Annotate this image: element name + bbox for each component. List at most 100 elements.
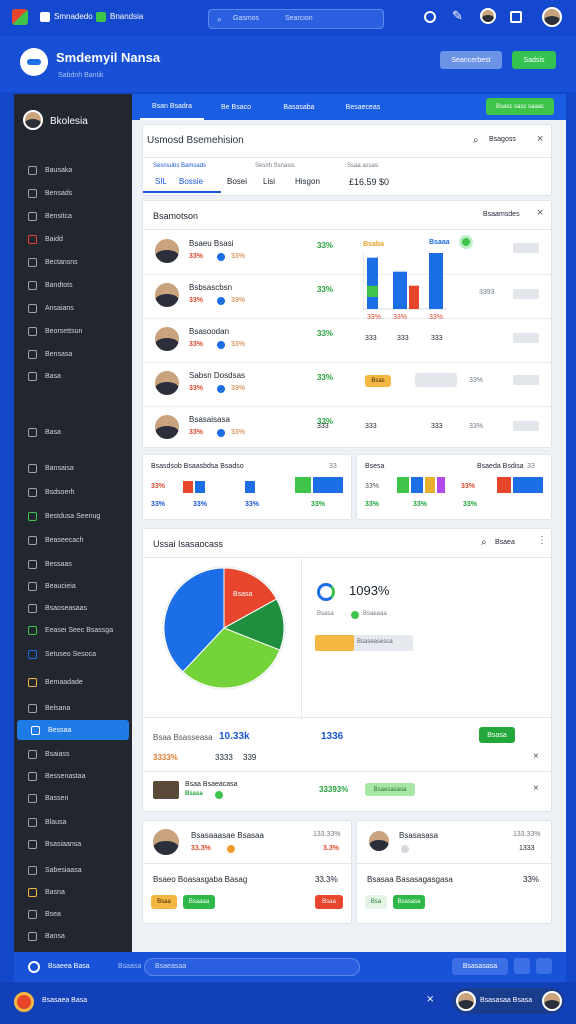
info-icon[interactable] xyxy=(28,961,40,973)
more-icon[interactable]: ⋮ xyxy=(537,535,547,546)
sidebar-item[interactable]: Eeasei Seec Bsassga xyxy=(14,620,132,640)
pie-sub-pill[interactable]: Bsaesasasa xyxy=(365,783,415,796)
row-pill[interactable] xyxy=(513,333,539,343)
list-row[interactable]: Bsasaisasa 33% 33% 33% xyxy=(143,407,551,451)
progress-text: Bsaseasesca xyxy=(357,639,393,645)
list-row[interactable]: Bsaeu Bsasi 33% 33% 33% xyxy=(143,231,551,275)
sidebar-item[interactable]: Bessenastaa xyxy=(14,766,132,786)
row-pct: 33% xyxy=(189,385,204,392)
sidebar-item-icon xyxy=(28,817,37,827)
list-action[interactable]: Bsaamsdes xyxy=(483,211,520,218)
sidebar-item[interactable]: Ansaians xyxy=(14,298,132,318)
footer-icon-button-2[interactable] xyxy=(536,958,552,974)
profile1-pill1[interactable]: Bsaa xyxy=(151,895,177,909)
pie-panel-search[interactable]: Bsaea xyxy=(495,539,515,546)
sidebar-item-label: Setuseo Sesoca xyxy=(45,650,96,658)
footer-input[interactable]: Bsaeasaa xyxy=(144,958,360,976)
sidebar-item[interactable]: Bausaka xyxy=(14,160,132,180)
sidebar-item[interactable]: Baidd xyxy=(14,229,132,249)
sidebar-item[interactable]: Bensasa xyxy=(14,344,132,364)
sidebar-item[interactable]: Bsaiass xyxy=(14,744,132,764)
search-icon[interactable]: ⌕ xyxy=(481,537,487,548)
sidebar-item-label: Bensads xyxy=(45,189,73,197)
search-box[interactable]: ⌕ Gasmos Searcion xyxy=(208,9,384,29)
sidebar-item[interactable]: Bessaas xyxy=(14,554,132,574)
sidebar-item[interactable]: Basna xyxy=(14,882,132,902)
sidebar-item[interactable]: Basa xyxy=(14,422,132,442)
edit-icon[interactable]: ✎ xyxy=(452,8,463,24)
profile1-pill3[interactable]: Bsaa xyxy=(315,895,343,909)
sidebar-item[interactable]: Bansa xyxy=(14,926,132,946)
sidebar-item[interactable]: Bsaoseasaas xyxy=(14,598,132,618)
app2-label[interactable]: Bnandsia xyxy=(110,12,143,21)
app-logo-icon[interactable] xyxy=(12,9,28,25)
sidebar-item-icon xyxy=(28,326,37,336)
collapse-icon[interactable]: ⨯ xyxy=(426,994,434,1005)
summary-card-2: Bsesa Bsaeda Bsdisa 33 33% 33% 33% 33% 3… xyxy=(356,454,552,520)
row-pill[interactable] xyxy=(513,289,539,299)
profile1-line-value: 33.3% xyxy=(315,875,338,884)
sidebar-item[interactable]: Bemaadade xyxy=(14,672,132,692)
brand-blue-button[interactable]: Seancerbest xyxy=(440,51,502,69)
footer-button[interactable]: Bsasasasa xyxy=(452,958,508,975)
sidebar-item[interactable]: Bandtots xyxy=(14,275,132,295)
user-avatar-small[interactable] xyxy=(480,8,496,24)
row-dropdown[interactable] xyxy=(415,373,457,387)
row-pill[interactable] xyxy=(513,421,539,431)
sidebar-item[interactable]: Bestdusa Seenug xyxy=(14,506,132,526)
sidebar-item[interactable]: Sabesiaasa xyxy=(14,860,132,880)
search-icon[interactable]: ⌕ xyxy=(473,135,479,146)
tab-4[interactable]: Besaeceas xyxy=(332,94,394,120)
profile2-pill1[interactable]: Bsa xyxy=(365,895,387,909)
sidebar-item[interactable]: Blausa xyxy=(14,812,132,832)
sidebar-item[interactable]: Bansaisa xyxy=(14,458,132,478)
close-icon[interactable]: × xyxy=(533,751,539,762)
refresh-icon[interactable] xyxy=(317,583,335,601)
app1-label[interactable]: Smnadedo xyxy=(54,12,93,21)
sidebar-item[interactable]: Beorsettsun xyxy=(14,321,132,341)
row-a: 33% xyxy=(231,429,246,436)
sidebar-item-icon xyxy=(28,703,37,713)
sidebar-item[interactable]: Bessaa xyxy=(17,720,129,740)
sidebar-item[interactable]: Beaucieia xyxy=(14,576,132,596)
overview-search-label[interactable]: Bsagoss xyxy=(489,136,516,143)
sidebar-item[interactable]: Bectansns xyxy=(14,252,132,272)
sidebar-item[interactable]: Bsdsoerh xyxy=(14,482,132,502)
brand-logo-icon[interactable] xyxy=(20,48,48,76)
tab-2[interactable]: Be Bsaco xyxy=(206,94,266,120)
row-tag[interactable]: Bsas xyxy=(365,375,391,387)
pie-foot-button[interactable]: Bsasa xyxy=(479,727,515,743)
summary1-badge: 33 xyxy=(329,463,337,470)
footer-icon-button-1[interactable] xyxy=(514,958,530,974)
sidebar-item[interactable]: Bensitca xyxy=(14,206,132,226)
sidebar-item[interactable]: Bensads xyxy=(14,183,132,203)
list-row[interactable]: Sabsn Dosdsas 33% 33% 33% xyxy=(143,363,551,407)
tab-1[interactable]: Bsan Bsadra xyxy=(140,94,204,120)
list-row[interactable]: Bsasoodan 33% 33% 33% xyxy=(143,319,551,363)
sidebar-profile-avatar[interactable] xyxy=(23,110,43,130)
list-row[interactable]: Bsbsascbsn 33% 33% 33% xyxy=(143,275,551,319)
bottom-user-chip[interactable]: Bsasasaa Bsasa xyxy=(452,988,564,1014)
sidebar-item[interactable]: Setuseo Sesoca xyxy=(14,644,132,664)
close-icon[interactable]: × xyxy=(533,783,539,794)
grid-icon[interactable] xyxy=(510,11,522,23)
sidebar-item[interactable]: Bsasiaansa xyxy=(14,834,132,854)
sidebar-item[interactable]: Basa xyxy=(14,366,132,386)
tab-action-button[interactable]: Bsasc sasc saaac xyxy=(486,98,554,115)
row-pill[interactable] xyxy=(513,375,539,385)
profile2-pill2[interactable]: Bsasasa xyxy=(393,895,425,909)
row-pill[interactable] xyxy=(513,243,539,253)
profile1-pill2[interactable]: Bsaaaa xyxy=(183,895,215,909)
close-icon[interactable]: × xyxy=(537,133,543,145)
stat3-label: Ssaa assas xyxy=(347,163,379,169)
sidebar-item[interactable]: Beaseecach xyxy=(14,530,132,550)
sidebar-item[interactable]: Belsana xyxy=(14,698,132,718)
tab-3[interactable]: Basasaba xyxy=(268,94,330,120)
bottom-logo-icon[interactable] xyxy=(14,992,34,1012)
notification-icon[interactable] xyxy=(424,11,436,23)
profile-avatar[interactable] xyxy=(542,7,562,27)
close-icon[interactable]: × xyxy=(537,207,543,219)
sidebar-item[interactable]: Bassen xyxy=(14,788,132,808)
brand-green-button[interactable]: Sadsis xyxy=(512,51,556,69)
sidebar-item[interactable]: Bsea xyxy=(14,904,132,924)
